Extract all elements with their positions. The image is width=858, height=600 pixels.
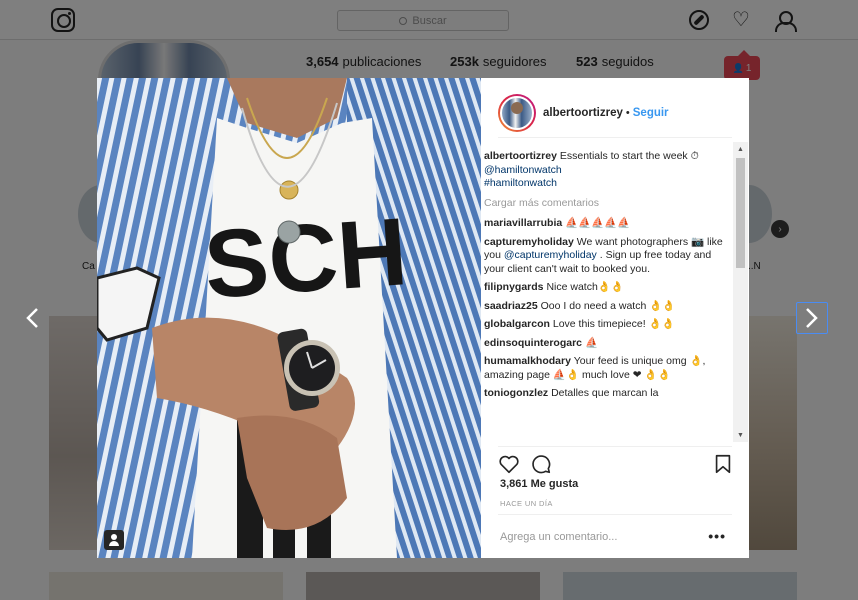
- post-sidebar: albertoortizrey • Seguir albertoortizrey…: [481, 78, 749, 558]
- load-more-comments-link[interactable]: Cargar más comentarios: [484, 197, 730, 211]
- comment-text: Nice watch👌👌: [546, 281, 624, 293]
- comment-text: Detalles que marcan la: [551, 387, 659, 399]
- comment-text: ⛵⛵⛵⛵⛵: [565, 217, 631, 229]
- comment-text: Ooo I do need a watch 👌👌: [540, 299, 676, 312]
- comment-text: Love this timepiece! 👌👌: [552, 318, 675, 330]
- scroll-up-arrow-icon[interactable]: ▲: [733, 142, 748, 156]
- scroll-down-arrow-icon[interactable]: ▼: [733, 428, 748, 442]
- caption-mention-link[interactable]: @hamiltonwatch: [484, 164, 730, 178]
- comment-item: mariavillarrubia ⛵⛵⛵⛵⛵: [484, 217, 730, 231]
- next-post-chevron-icon[interactable]: [796, 302, 828, 334]
- comment-username[interactable]: filipnygards: [484, 281, 544, 293]
- comment-item: filipnygards Nice watch👌👌: [484, 281, 730, 295]
- save-bookmark-icon[interactable]: [712, 453, 734, 475]
- add-comment-section: •••: [498, 514, 732, 558]
- comment-item: edinsoquinterogarc ⛵: [484, 337, 730, 351]
- comment-item: globalgarcon Love this timepiece! 👌👌: [484, 318, 730, 332]
- comment-username[interactable]: mariavillarrubia: [484, 217, 562, 229]
- comment-item: toniogonzlez Detalles que marcan la: [484, 387, 730, 401]
- scrollbar-thumb[interactable]: [736, 158, 745, 268]
- comment-username[interactable]: globalgarcon: [484, 318, 550, 330]
- caption-hashtag-link[interactable]: #hamiltonwatch: [484, 177, 730, 191]
- follow-button[interactable]: Seguir: [633, 107, 669, 119]
- post-photo[interactable]: SCH: [97, 78, 481, 558]
- post-header: albertoortizrey • Seguir: [498, 88, 732, 138]
- tagged-user-icon[interactable]: [104, 530, 124, 550]
- comment-mention-link[interactable]: @capturemyholiday: [504, 249, 597, 261]
- comment-username[interactable]: edinsoquinterogarc: [484, 337, 582, 349]
- likes-count[interactable]: 3,861 Me gusta: [500, 478, 578, 490]
- separator-dot: •: [625, 106, 630, 119]
- post-caption: albertoortizrey Essentials to start the …: [484, 150, 730, 191]
- comment-username[interactable]: humamalkhodary: [484, 355, 571, 367]
- caption-text: Essentials to start the week ⏱: [559, 150, 699, 162]
- comments-scrollbar[interactable]: ▲ ▼: [733, 142, 748, 442]
- comment-item: humamalkhodary Your feed is unique omg 👌…: [484, 355, 730, 382]
- like-heart-icon[interactable]: [498, 453, 520, 475]
- comment-text: ⛵: [584, 336, 599, 349]
- post-actions: [498, 446, 732, 476]
- comment-item: saadriaz25 Ooo I do need a watch 👌👌: [484, 300, 730, 314]
- post-modal: SCH albertoortizrey • Seguir albertoorti…: [97, 78, 749, 558]
- caption-username[interactable]: albertoortizrey: [484, 150, 557, 162]
- comment-bubble-icon[interactable]: [530, 453, 552, 475]
- author-avatar[interactable]: [498, 93, 536, 132]
- comment-username[interactable]: capturemyholiday: [484, 236, 574, 248]
- svg-text:SCH: SCH: [201, 198, 411, 319]
- comments-list: albertoortizrey Essentials to start the …: [484, 150, 730, 442]
- more-options-icon[interactable]: •••: [708, 529, 726, 543]
- comment-username[interactable]: toniogonzlez: [484, 387, 548, 399]
- comment-username[interactable]: saadriaz25: [484, 300, 538, 312]
- post-image: SCH: [97, 78, 481, 558]
- previous-post-chevron-icon[interactable]: [16, 302, 48, 334]
- comment-item: capturemyholiday We want photographers 📷…: [484, 236, 730, 277]
- add-comment-input[interactable]: [498, 530, 708, 543]
- author-username[interactable]: albertoortizrey: [543, 107, 623, 119]
- post-timestamp[interactable]: HACE UN DÍA: [500, 499, 553, 508]
